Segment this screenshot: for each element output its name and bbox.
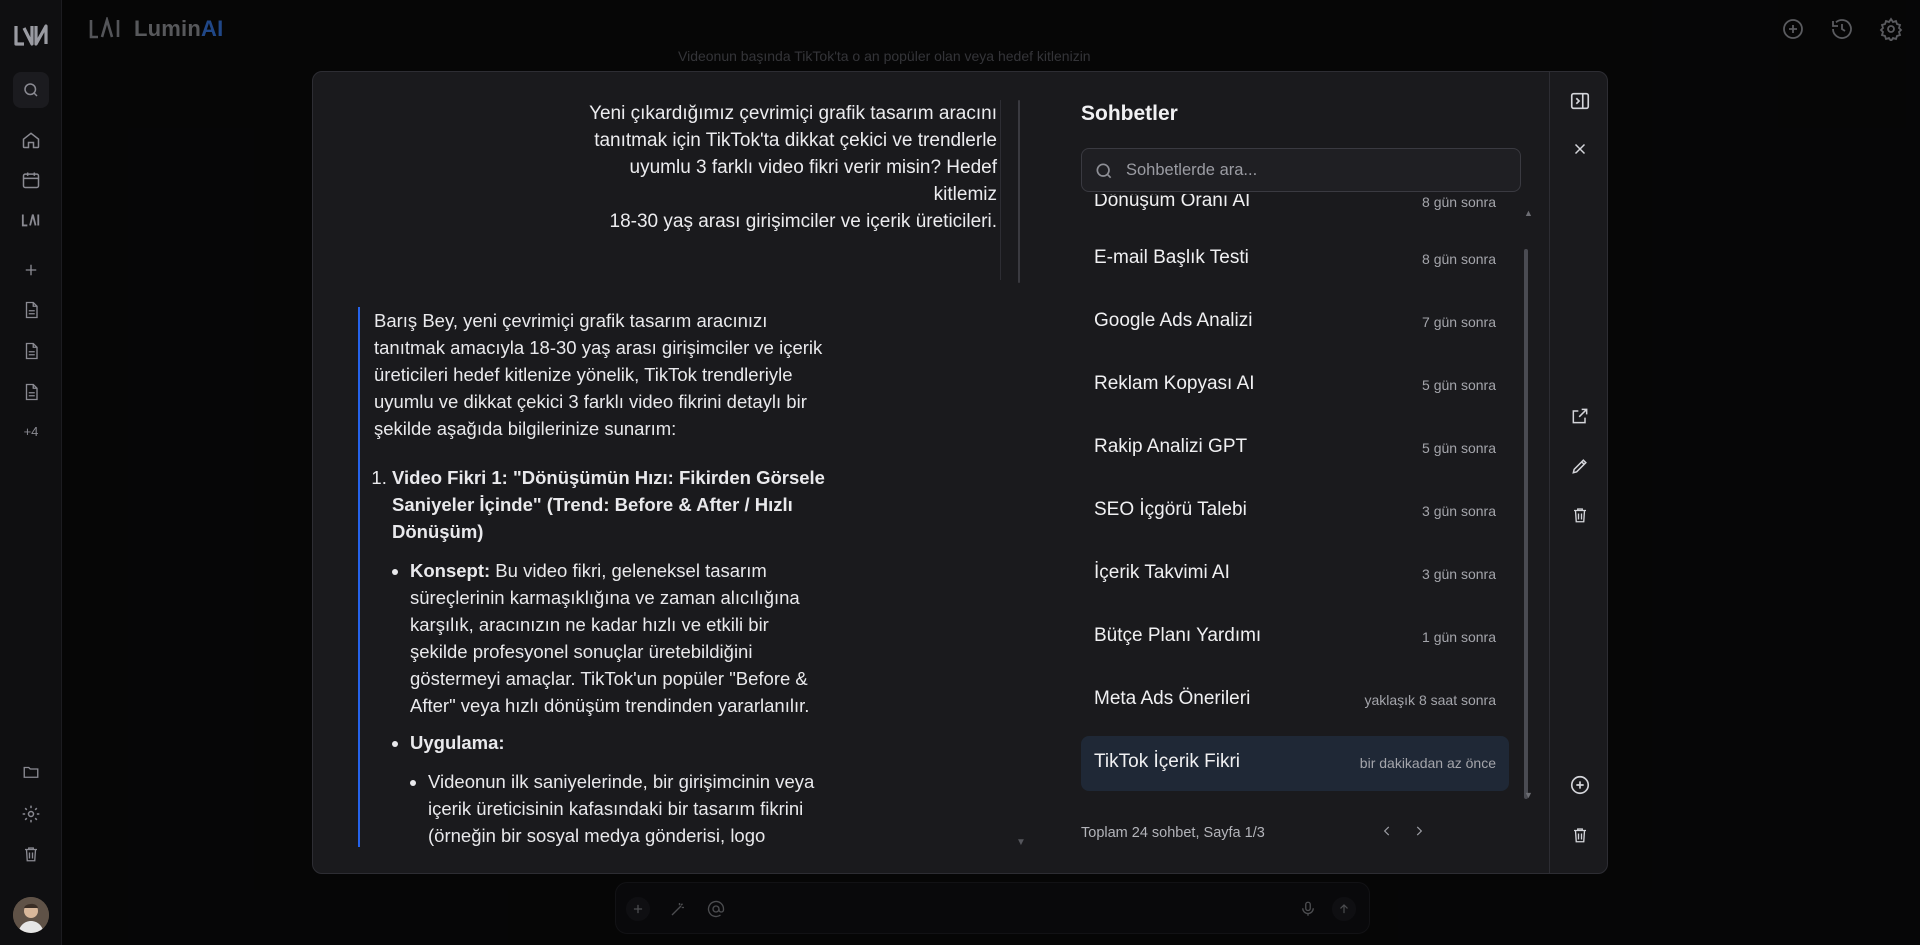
preview-divider — [1000, 100, 1001, 280]
idea-detail-list: Konsept: Bu video fikri, geleneksel tasa… — [392, 557, 828, 847]
prev-page-button[interactable] — [1375, 819, 1399, 843]
chat-date: 8 gün sonra — [1422, 194, 1496, 210]
add-chat-icon[interactable] — [1567, 772, 1593, 798]
chat-list-item-active[interactable]: TikTok İçerik Fikri bir dakikadan az önc… — [1081, 736, 1509, 791]
assistant-message: Barış Bey, yeni çevrimiçi grafik tasarım… — [358, 307, 828, 847]
document-icon[interactable] — [19, 380, 43, 404]
home-icon[interactable] — [19, 128, 43, 152]
chat-date: 1 gün sonra — [1422, 629, 1496, 645]
chat-date: 7 gün sonra — [1422, 314, 1496, 330]
chat-list-item[interactable]: Reklam Kopyası AI 5 gün sonra — [1081, 358, 1509, 413]
chat-list: Dönüşüm Oranı AI 8 gün sonra E-mail Başl… — [1081, 194, 1521, 873]
chat-preview: Yeni çıkardığımız çevrimiçi grafik tasar… — [313, 72, 1033, 873]
list-scroll-up-arrow[interactable]: ▲ — [1524, 208, 1533, 218]
chat-title: TikTok İçerik Fikri — [1094, 751, 1241, 772]
chat-title: Google Ads Analizi — [1094, 310, 1253, 331]
chat-list-item[interactable]: Dönüşüm Oranı AI 8 gün sonra — [1081, 194, 1509, 230]
concept-item: Konsept: Bu video fikri, geleneksel tasa… — [410, 557, 828, 719]
concept-label: Konsept: — [410, 560, 491, 581]
chat-list-item[interactable]: SEO İçgörü Talebi 3 gün sonra — [1081, 484, 1509, 539]
chat-date: 3 gün sonra — [1422, 566, 1496, 582]
chat-list-item[interactable]: Rakip Analizi GPT 5 gün sonra — [1081, 421, 1509, 476]
close-icon[interactable] — [1567, 136, 1593, 162]
lumin-ai-icon[interactable] — [19, 208, 43, 232]
chat-date: yaklaşık 8 saat sonra — [1364, 692, 1496, 708]
delete-all-icon[interactable] — [1567, 822, 1593, 848]
avatar[interactable] — [13, 897, 49, 933]
plus-icon[interactable] — [19, 258, 43, 282]
preview-scrollbar[interactable] — [1018, 100, 1020, 283]
delete-chat-icon[interactable] — [1567, 502, 1593, 528]
chat-date: bir dakikadan az önce — [1359, 755, 1496, 771]
user-message-line: uyumlu 3 farklı video fikri verir misin?… — [629, 157, 997, 205]
chat-date: 5 gün sonra — [1422, 377, 1496, 393]
chat-list-item[interactable]: Meta Ads Önerileri yaklaşık 8 saat sonra — [1081, 673, 1509, 728]
chat-list-panel: Sohbetler Dönüşüm Oranı AI 8 gün sonra E… — [1061, 72, 1522, 873]
search-input[interactable] — [1126, 149, 1506, 191]
chat-list-item[interactable]: Bütçe Planı Yardımı 1 gün sonra — [1081, 610, 1509, 665]
document-icon[interactable] — [19, 298, 43, 322]
gear-icon[interactable] — [19, 802, 43, 826]
chat-date: 5 gün sonra — [1422, 440, 1496, 456]
document-icon[interactable] — [19, 339, 43, 363]
user-message-line: tanıtmak için TikTok'ta dikkat çekici ve… — [594, 130, 997, 151]
idea-item: Video Fikri 1: "Dönüşümün Hızı: Fikirden… — [392, 464, 828, 847]
list-scrollbar[interactable] — [1523, 249, 1529, 799]
preview-scroll-down-arrow[interactable]: ▼ — [1016, 837, 1026, 848]
apply-label: Uygulama: — [410, 732, 505, 753]
list-scroll-down-arrow[interactable]: ▼ — [1524, 790, 1533, 800]
apply-step: Videonun ilk saniyelerinde, bir girişimc… — [428, 768, 828, 847]
chat-search[interactable] — [1081, 148, 1521, 192]
assistant-intro: Barış Bey, yeni çevrimiçi grafik tasarım… — [374, 310, 823, 439]
modal-action-column — [1549, 72, 1607, 873]
edit-pencil-icon[interactable] — [1567, 453, 1593, 479]
next-page-button[interactable] — [1407, 819, 1431, 843]
chat-title: Reklam Kopyası AI — [1094, 373, 1255, 394]
chat-date: 3 gün sonra — [1422, 503, 1496, 519]
chat-history-modal: Yeni çıkardığımız çevrimiçi grafik tasar… — [312, 71, 1608, 874]
search-icon — [1094, 161, 1114, 181]
chat-title: Meta Ads Önerileri — [1094, 688, 1251, 709]
collapse-panel-icon[interactable] — [1567, 88, 1593, 114]
chat-title: SEO İçgörü Talebi — [1094, 499, 1247, 520]
chat-title: Dönüşüm Oranı AI — [1094, 194, 1251, 211]
search-icon[interactable] — [13, 72, 49, 108]
user-message-line: 18-30 yaş arası girişimciler ve içerik ü… — [609, 211, 998, 232]
calendar-icon[interactable] — [19, 168, 43, 192]
trash-icon[interactable] — [19, 842, 43, 866]
user-message-line: Yeni çıkardığımız çevrimiçi grafik tasar… — [589, 103, 997, 124]
left-rail: +4 — [0, 0, 62, 945]
more-items-label[interactable]: +4 — [14, 424, 48, 439]
chat-title: Bütçe Planı Yardımı — [1094, 625, 1262, 646]
chat-title: Rakip Analizi GPT — [1094, 436, 1248, 457]
chat-title: İçerik Takvimi AI — [1094, 562, 1230, 583]
folder-icon[interactable] — [19, 760, 43, 784]
concept-text: Bu video fikri, geleneksel tasarım süreç… — [410, 560, 810, 716]
idea-title: Video Fikri 1: "Dönüşümün Hızı: Fikirden… — [392, 467, 825, 542]
chat-date: 8 gün sonra — [1422, 251, 1496, 267]
panel-title: Sohbetler — [1081, 102, 1178, 125]
app-logo[interactable] — [14, 22, 48, 48]
chat-list-item[interactable]: E-mail Başlık Testi 8 gün sonra — [1081, 232, 1509, 287]
chat-title: E-mail Başlık Testi — [1094, 247, 1249, 268]
apply-sublist: Videonun ilk saniyelerinde, bir girişimc… — [410, 768, 828, 847]
user-message: Yeni çıkardığımız çevrimiçi grafik tasar… — [573, 100, 1033, 235]
open-external-icon[interactable] — [1567, 403, 1593, 429]
apply-item: Uygulama: Videonun ilk saniyelerinde, bi… — [410, 729, 828, 847]
chat-list-item[interactable]: İçerik Takvimi AI 3 gün sonra — [1081, 547, 1509, 602]
chat-count-footer: Toplam 24 sohbet, Sayfa 1/3 — [1081, 825, 1265, 841]
idea-list: Video Fikri 1: "Dönüşümün Hızı: Fikirden… — [374, 464, 828, 847]
list-scrollbar-thumb[interactable] — [1524, 249, 1528, 799]
chat-list-item[interactable]: Google Ads Analizi 7 gün sonra — [1081, 295, 1509, 350]
